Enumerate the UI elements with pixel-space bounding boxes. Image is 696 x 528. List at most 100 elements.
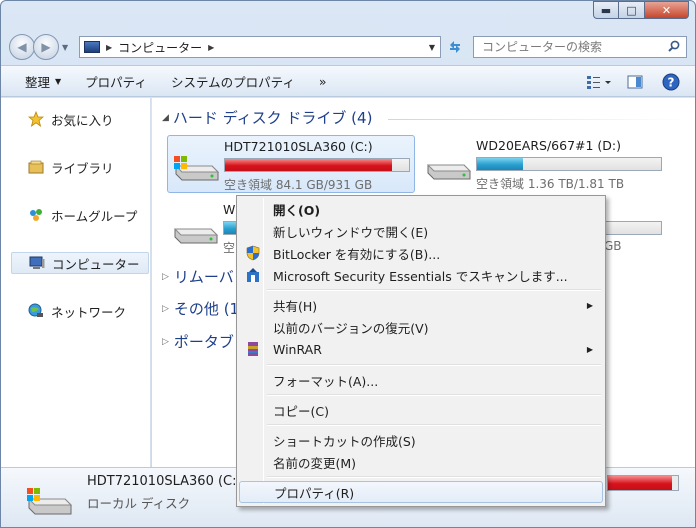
menu-item-create-shortcut[interactable]: ショートカットの作成(S): [239, 429, 603, 451]
address-bar[interactable]: ▶ コンピューター ▶ ▼: [79, 36, 441, 58]
sidebar-item-label: ネットワーク: [51, 304, 127, 320]
sidebar-item-libraries[interactable]: ライブラリ: [27, 156, 114, 178]
navigation-row: ◀ ▶ ▼ ▶ コンピューター ▶ ▼: [1, 29, 695, 63]
search-icon[interactable]: [668, 40, 680, 52]
menu-item-share[interactable]: 共有(H) ▶: [239, 294, 603, 316]
menu-item-label: 名前の変更(M): [273, 455, 357, 471]
group-divider: [388, 119, 688, 120]
menu-separator: [267, 424, 601, 426]
more-commands-button[interactable]: »: [307, 70, 339, 93]
drive-item[interactable]: HDT721010SLA360 (C:) 空き領域 84.1 GB/931 GB: [167, 135, 415, 193]
menu-item-open-new-window[interactable]: 新しいウィンドウで開く(E): [239, 220, 603, 242]
shield-icon: [246, 245, 260, 261]
homegroup-icon: [27, 207, 45, 223]
windows-hard-drive-icon: [27, 488, 73, 515]
details-usage-fill: [608, 476, 672, 490]
recent-pages-chevron-icon[interactable]: ▼: [62, 43, 68, 52]
expand-triangle-icon: ▷: [162, 271, 169, 282]
chevron-down-icon: ▼: [55, 76, 62, 86]
change-view-button[interactable]: [585, 72, 613, 92]
menu-item-label: Microsoft Security Essentials でスキャンします..…: [273, 268, 568, 284]
details-drive-name: HDT721010SLA360 (C:: [87, 474, 237, 489]
hdd-group-title: ハード ディスク ドライブ (4): [172, 109, 373, 127]
computer-icon: [84, 41, 100, 53]
removable-group-header[interactable]: ▷ リムーバ: [162, 266, 234, 287]
organize-label: 整理: [25, 74, 51, 90]
expand-triangle-icon: ▷: [162, 303, 169, 314]
explorer-window: ▬ □ ✕ ◀ ▶ ▼ ▶ コンピューター ▶ ▼ コンピューターの検索 整理 …: [0, 0, 696, 528]
drive-name: WD20EARS/667#1 (D:): [476, 138, 622, 153]
menu-item-bitlocker[interactable]: BitLocker を有効にする(B)...: [239, 242, 603, 264]
menu-item-label: 共有(H): [273, 298, 318, 314]
forward-arrow-icon: ▶: [41, 40, 51, 54]
menu-separator: [267, 394, 601, 396]
system-properties-button[interactable]: システムのプロパティ: [159, 68, 307, 95]
sidebar-item-label: コンピューター: [52, 256, 140, 272]
menu-item-open[interactable]: 開く(O): [239, 198, 603, 220]
menu-item-label: 開く(O): [273, 202, 321, 218]
history-buttons: ◀ ▶ ▼: [9, 34, 68, 60]
drive-usage-bar: [476, 157, 662, 171]
security-essentials-icon: [247, 268, 259, 282]
breadcrumb-arrow-icon[interactable]: ▶: [208, 43, 214, 52]
minimize-button[interactable]: ▬: [593, 1, 619, 19]
winrar-icon: [248, 342, 258, 356]
menu-item-label: コピー(C): [273, 403, 329, 419]
sidebar-item-label: ホームグループ: [51, 208, 138, 224]
menu-item-label: WinRAR: [273, 341, 322, 357]
sidebar-item-favorites[interactable]: お気に入り: [27, 108, 114, 130]
search-box[interactable]: [473, 36, 687, 58]
sidebar-item-label: ライブラリ: [51, 160, 114, 176]
address-dropdown-icon[interactable]: ▼: [429, 43, 435, 52]
menu-item-copy[interactable]: コピー(C): [239, 399, 603, 421]
forward-button[interactable]: ▶: [33, 34, 59, 60]
menu-separator: [267, 364, 601, 366]
preview-pane-button[interactable]: [621, 72, 649, 92]
refresh-button[interactable]: [445, 37, 465, 57]
hdd-group-header[interactable]: ◢ ハード ディスク ドライブ (4): [162, 107, 372, 128]
menu-item-properties[interactable]: プロパティ(R): [239, 481, 603, 503]
section-title: その他 (1: [173, 300, 240, 318]
menu-item-label: ショートカットの作成(S): [273, 433, 416, 449]
portable-group-header[interactable]: ▷ ポータブ: [162, 331, 234, 352]
submenu-arrow-icon: ▶: [586, 300, 593, 310]
drive-name: HDT721010SLA360 (C:): [224, 139, 373, 154]
sidebar-item-computer[interactable]: コンピューター: [11, 252, 149, 274]
submenu-arrow-icon: ▶: [586, 344, 593, 354]
menu-item-label: 新しいウィンドウで開く(E): [273, 224, 429, 240]
svg-text:?: ?: [668, 76, 675, 90]
menu-item-winrar[interactable]: WinRAR ▶: [239, 338, 603, 360]
sidebar-item-homegroup[interactable]: ホームグループ: [27, 204, 137, 226]
help-button[interactable]: ?: [657, 72, 685, 92]
drive-item[interactable]: WD20EARS/667#1 (D:) 空き領域 1.36 TB/1.81 TB: [420, 135, 668, 193]
other-group-header[interactable]: ▷ その他 (1: [162, 298, 239, 319]
close-button[interactable]: ✕: [645, 1, 689, 19]
menu-item-format[interactable]: フォーマット(A)...: [239, 369, 603, 391]
menu-separator: [267, 476, 601, 478]
menu-item-label: プロパティ(R): [274, 485, 355, 501]
menu-item-label: フォーマット(A)...: [273, 373, 379, 389]
help-icon: ?: [662, 73, 680, 91]
menu-item-mse-scan[interactable]: Microsoft Security Essentials でスキャンします..…: [239, 264, 603, 286]
star-icon: [27, 111, 45, 127]
command-bar: 整理 ▼ プロパティ システムのプロパティ » ?: [1, 65, 695, 97]
menu-item-label: BitLocker を有効にする(B)...: [273, 246, 441, 262]
hard-drive-icon: [426, 164, 472, 180]
section-title: ポータブ: [173, 333, 234, 351]
sidebar-item-network[interactable]: ネットワーク: [27, 300, 126, 322]
back-arrow-icon: ◀: [17, 40, 27, 54]
back-button[interactable]: ◀: [9, 34, 35, 60]
drive-name: W: [223, 202, 236, 217]
properties-button[interactable]: プロパティ: [73, 68, 159, 95]
maximize-button[interactable]: □: [619, 1, 645, 19]
breadcrumb-arrow-icon[interactable]: ▶: [106, 43, 112, 52]
sidebar-item-label: お気に入り: [51, 112, 114, 128]
search-input[interactable]: [482, 40, 662, 54]
drive-free-space: 空き領域 84.1 GB/931 GB: [224, 178, 373, 192]
menu-item-rename[interactable]: 名前の変更(M): [239, 451, 603, 473]
breadcrumb-computer[interactable]: コンピューター: [118, 39, 202, 56]
organize-button[interactable]: 整理 ▼: [13, 68, 73, 95]
refresh-icon: [450, 41, 460, 53]
menu-item-restore-previous[interactable]: 以前のバージョンの復元(V): [239, 316, 603, 338]
network-icon: [27, 303, 45, 319]
